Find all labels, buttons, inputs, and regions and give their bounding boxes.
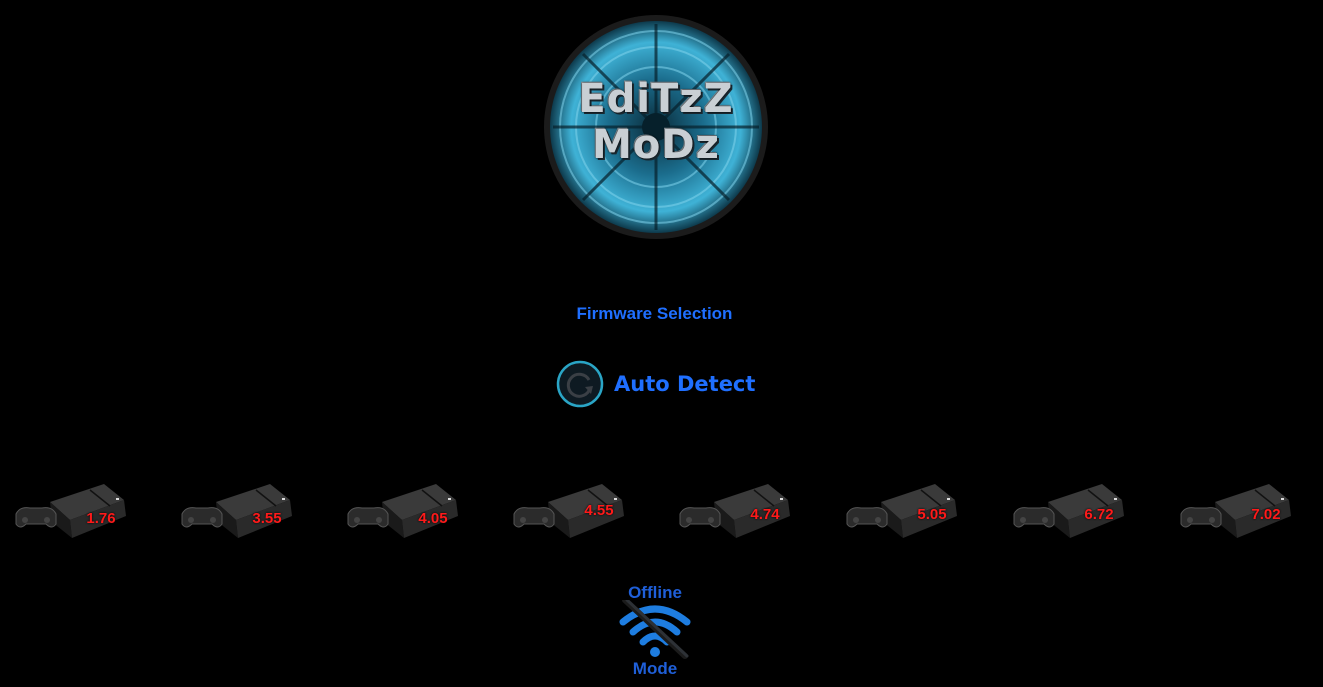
editzz-modz-logo: EdiTzZ MoDz bbox=[543, 14, 769, 240]
ps4-console-icon bbox=[347, 484, 458, 538]
console-item-1-76[interactable]: 1.76 bbox=[12, 476, 132, 542]
firmware-label: 4.74 bbox=[750, 506, 780, 523]
logo-text-line1: EdiTzZ bbox=[578, 76, 734, 122]
wifi-off-icon bbox=[619, 600, 691, 659]
console-item-4-74[interactable]: 4.74 bbox=[676, 476, 796, 542]
firmware-label: 1.76 bbox=[86, 510, 116, 527]
firmware-label: 3.55 bbox=[252, 510, 282, 527]
firmware-console-list: 1.76 3.55 4.05 4.55 4.74 5.05 6.72 7.02 bbox=[0, 476, 1323, 546]
firmware-selector-page: EdiTzZ MoDz Firmware Selection Auto Dete… bbox=[0, 0, 1323, 687]
console-item-7-02[interactable]: 7.02 bbox=[1177, 476, 1297, 542]
firmware-label: 4.05 bbox=[418, 510, 448, 527]
auto-detect-label: Auto Detect bbox=[614, 372, 756, 396]
firmware-label: 4.55 bbox=[584, 502, 614, 519]
console-item-5-05[interactable]: 5.05 bbox=[843, 476, 963, 542]
firmware-label: 5.05 bbox=[917, 506, 947, 523]
refresh-icon bbox=[556, 360, 604, 408]
firmware-label: 7.02 bbox=[1251, 506, 1281, 523]
console-item-4-05[interactable]: 4.05 bbox=[344, 476, 464, 542]
console-item-4-55[interactable]: 4.55 bbox=[510, 476, 630, 542]
auto-detect-button[interactable]: Auto Detect bbox=[556, 360, 755, 408]
ps4-console-icon bbox=[181, 484, 292, 538]
firmware-selection-title: Firmware Selection bbox=[576, 304, 733, 323]
console-item-3-55[interactable]: 3.55 bbox=[178, 476, 298, 542]
ps4-console-icon bbox=[15, 484, 126, 538]
offline-mode-button[interactable]: Offline Mode bbox=[614, 580, 696, 680]
console-item-6-72[interactable]: 6.72 bbox=[1010, 476, 1130, 542]
firmware-label: 6.72 bbox=[1084, 506, 1114, 523]
offline-mode-label-bottom: Mode bbox=[632, 659, 678, 678]
logo-text-line2: MoDz bbox=[592, 122, 720, 168]
